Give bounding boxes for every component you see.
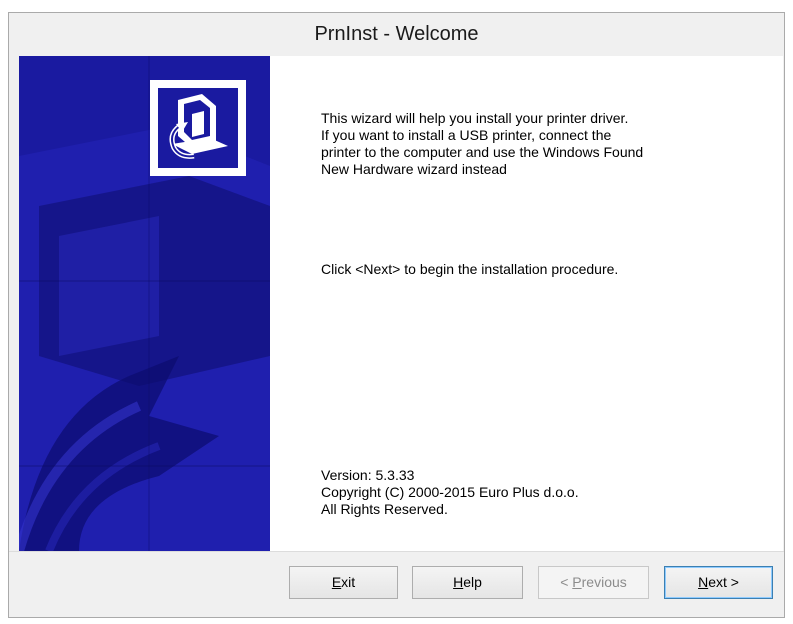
previous-label: revious: [581, 574, 627, 590]
intro-line: This wizard will help you install your p…: [321, 110, 629, 126]
instruction-text: Click <Next> to begin the installation p…: [321, 261, 619, 277]
previous-prefix: <: [560, 574, 573, 590]
help-button[interactable]: Help: [412, 566, 523, 599]
help-label: elp: [463, 574, 482, 590]
intro-line: If you want to install a USB printer, co…: [321, 127, 612, 143]
rights-label: All Rights Reserved.: [321, 501, 448, 517]
intro-line: New Hardware wizard instead: [321, 161, 507, 177]
wizard-content: This wizard will help you install your p…: [19, 56, 783, 551]
about-text: Version: 5.3.33 Copyright (C) 2000-2015 …: [321, 467, 579, 518]
help-mnemonic: H: [453, 574, 464, 590]
intro-text: This wizard will help you install your p…: [321, 110, 741, 178]
printer-install-icon: [158, 88, 238, 168]
exit-button[interactable]: Exit: [289, 566, 398, 599]
version-label: Version: 5.3.33: [321, 467, 415, 483]
next-label: ext >: [708, 574, 739, 590]
previous-mnemonic: P: [572, 574, 582, 590]
intro-line: printer to the computer and use the Wind…: [321, 144, 644, 160]
logo-frame: [150, 80, 246, 176]
next-mnemonic: N: [698, 574, 709, 590]
copyright-label: Copyright (C) 2000-2015 Euro Plus d.o.o.: [321, 484, 579, 500]
exit-label: xit: [341, 574, 356, 590]
button-bar: Exit Help < Previous Next >: [9, 551, 784, 602]
wizard-banner: [19, 56, 270, 551]
previous-button[interactable]: < Previous: [538, 566, 649, 599]
next-button[interactable]: Next >: [664, 566, 773, 599]
window-title: PrnInst - Welcome: [9, 13, 784, 56]
wizard-window: PrnInst - Welcome This wizard will help …: [8, 12, 785, 618]
exit-mnemonic: E: [331, 574, 342, 590]
